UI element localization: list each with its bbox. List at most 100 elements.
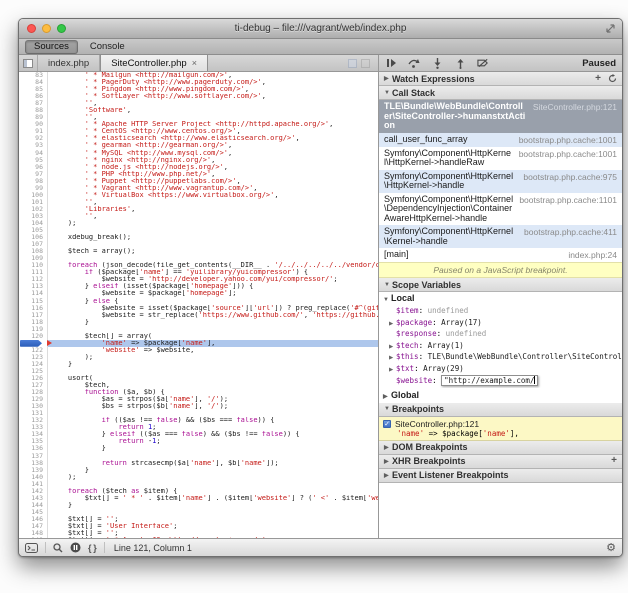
code-line[interactable]: 126 usort( <box>19 375 378 382</box>
line-number[interactable]: 92 <box>19 135 48 142</box>
scope-variable[interactable]: $website: "http://example.com/ <box>389 375 622 388</box>
line-number[interactable]: 88 <box>19 107 48 114</box>
code-line[interactable]: 113 } elseif (isset($package['homepage']… <box>19 283 378 290</box>
code-line[interactable]: 123 ); <box>19 354 378 361</box>
line-number[interactable]: 149 <box>19 537 48 538</box>
call-stack-frame[interactable]: index.php:24[main] <box>379 248 622 262</box>
code-line[interactable]: 148 $txt[] = ''; <box>19 530 378 537</box>
code-line[interactable]: 117 $website = str_replace('https://www.… <box>19 312 378 319</box>
scope-group-label[interactable]: ▼Local <box>383 293 622 306</box>
code-line[interactable]: 97 ' * PHP <http://www.php.net/>', <box>19 171 378 178</box>
code-editor[interactable]: 83 ' * Mailgun <http://mailgun.com/>',84… <box>19 72 378 538</box>
code-line[interactable]: 141 <box>19 481 378 488</box>
code-line[interactable]: 89 '', <box>19 114 378 121</box>
close-window-button[interactable] <box>27 24 36 33</box>
code-line[interactable]: 99 ' * Vagrant <http://www.vagrantup.com… <box>19 185 378 192</box>
call-stack-frame[interactable]: bootstrap.php.cache:1101Symfony\Componen… <box>379 193 622 226</box>
tab-sources[interactable]: Sources <box>25 40 78 54</box>
call-stack-frame[interactable]: bootstrap.php.cache:411Symfony\Component… <box>379 225 622 248</box>
code-line[interactable]: 139 } <box>19 467 378 474</box>
line-number[interactable]: 85 <box>19 86 48 93</box>
code-line[interactable]: 135 return -1; <box>19 438 378 445</box>
line-number[interactable]: 95 <box>19 157 48 164</box>
code-line[interactable]: 129 $as = strpos($a['name'], '/'); <box>19 396 378 403</box>
code-line[interactable]: 106 xdebug_break(); <box>19 234 378 241</box>
toggle-breakpoints-icon[interactable] <box>477 58 489 69</box>
console-drawer-icon[interactable] <box>25 543 38 553</box>
code-line[interactable]: 94 ' * MySQL <http://www.mysql.com/>', <box>19 150 378 157</box>
code-line[interactable]: 102 'Libraries', <box>19 206 378 213</box>
scope-variable[interactable]: $item: undefined <box>389 306 622 318</box>
step-out-icon[interactable] <box>454 58 466 69</box>
line-number[interactable]: 89 <box>19 114 48 121</box>
navigator-toggle-icon[interactable] <box>19 55 38 71</box>
line-number[interactable]: 84 <box>19 79 48 86</box>
code-line[interactable]: 134 } elseif (($as === false) && ($bs !=… <box>19 431 378 438</box>
section-event-listener-breakpoints[interactable]: ▶ Event Listener Breakpoints <box>379 469 622 483</box>
code-line[interactable]: 93 ' * gearman <http://gearman.org/>', <box>19 142 378 149</box>
code-line[interactable]: 91 ' * CentOS <http://www.centos.org/>', <box>19 128 378 135</box>
code-line[interactable]: 100 ' * VirtualBox <https://www.virtualb… <box>19 192 378 199</box>
code-line[interactable]: 115 } else { <box>19 298 378 305</box>
code-line[interactable]: 143 $txt[] = ' * ' . $item['name'] . ($i… <box>19 495 378 502</box>
code-line[interactable]: 132 if (($as !== false) && ($bs === fals… <box>19 417 378 424</box>
pause-on-exceptions-icon[interactable] <box>70 542 81 553</box>
file-tab-sitecontroller-php[interactable]: SiteController.php × <box>100 55 208 71</box>
zoom-window-button[interactable] <box>57 24 66 33</box>
line-number[interactable]: 86 <box>19 93 48 100</box>
code-line[interactable]: 124 } <box>19 361 378 368</box>
code-line[interactable]: 88 'Software', <box>19 107 378 114</box>
code-line[interactable]: 112 $website = 'http://developer.yahoo.c… <box>19 276 378 283</box>
call-stack-frame[interactable]: bootstrap.php.cache:1001call_user_func_a… <box>379 133 622 147</box>
gear-icon[interactable]: ⚙ <box>606 541 616 554</box>
variable-value-input[interactable]: "http://example.com/ <box>441 375 538 386</box>
code-line[interactable]: 87 '', <box>19 100 378 107</box>
code-line[interactable]: 119 <box>19 326 378 333</box>
code-line[interactable]: 138 return strcasecmp($a['name'], $b['na… <box>19 460 378 467</box>
code-line[interactable]: 92 ' * elasticsearch <http://www.elastic… <box>19 135 378 142</box>
code-line[interactable]: 111 if ($package['name'] == 'yuilibrary/… <box>19 269 378 276</box>
breakpoint-checkbox[interactable]: ✓ <box>383 420 391 428</box>
section-scope-variables[interactable]: ▼ Scope Variables <box>379 278 622 292</box>
resize-grip-icon[interactable] <box>605 23 616 34</box>
code-line[interactable]: 101 '', <box>19 199 378 206</box>
line-number[interactable]: 98 <box>19 178 48 185</box>
scope-variable[interactable]: ▶$tech: Array(1) <box>389 341 622 353</box>
section-call-stack[interactable]: ▼ Call Stack <box>379 86 622 100</box>
code-line[interactable]: 120 $tech[] = array( <box>19 333 378 340</box>
close-tab-icon[interactable]: × <box>192 58 197 68</box>
code-line[interactable]: 137 <box>19 453 378 460</box>
code-line[interactable]: 105 <box>19 227 378 234</box>
code-line[interactable]: 130 $bs = strpos($b['name'], '/'); <box>19 403 378 410</box>
scope-variable[interactable]: ▶$package: Array(17) <box>389 318 622 330</box>
add-xhr-breakpoint-button[interactable]: + <box>611 456 617 466</box>
tab-console[interactable]: Console <box>82 41 133 53</box>
code-line[interactable]: 95 ' * nginx <http://nginx.org/>', <box>19 157 378 164</box>
code-line[interactable]: 84 ' * PagerDuty <http://www.pagerduty.c… <box>19 79 378 86</box>
code-line[interactable]: 110 foreach (json_decode(file_get_conten… <box>19 262 378 269</box>
code-line[interactable]: 96 ' * node.js <http://nodejs.org/>', <box>19 164 378 171</box>
section-watch-expressions[interactable]: ▶ Watch Expressions + <box>379 72 622 86</box>
code-line[interactable]: 109 <box>19 255 378 262</box>
call-stack-frame[interactable]: bootstrap.php.cache:1001Symfony\Componen… <box>379 147 622 170</box>
code-line[interactable]: 90 ' * Apache HTTP Server Project <http:… <box>19 121 378 128</box>
code-line[interactable]: 146 $txt[] = ''; <box>19 516 378 523</box>
code-line[interactable]: 104 ); <box>19 220 378 227</box>
scope-variable[interactable]: ▶$this: TLE\Bundle\WebBundle\Controller\… <box>389 352 622 364</box>
scope-variable[interactable]: $response: undefined <box>389 329 622 341</box>
code-line[interactable]: 128 function ($a, $b) { <box>19 389 378 396</box>
code-line[interactable]: 83 ' * Mailgun <http://mailgun.com/>', <box>19 72 378 79</box>
code-line[interactable]: 127 $tech, <box>19 382 378 389</box>
line-number[interactable]: 94 <box>19 150 48 157</box>
code-line[interactable]: 103 '', <box>19 213 378 220</box>
resume-button[interactable] <box>385 58 397 69</box>
code-line[interactable]: 118 } <box>19 319 378 326</box>
code-line[interactable]: 144 } <box>19 502 378 509</box>
minimize-window-button[interactable] <box>42 24 51 33</box>
refresh-watch-icon[interactable] <box>608 74 617 83</box>
scope-group-label[interactable]: ▶Global <box>383 390 622 403</box>
line-number[interactable]: 97 <box>19 171 48 178</box>
line-number[interactable]: 83 <box>19 72 48 79</box>
line-number[interactable]: 96 <box>19 164 48 171</box>
section-xhr-breakpoints[interactable]: ▶ XHR Breakpoints + <box>379 455 622 469</box>
